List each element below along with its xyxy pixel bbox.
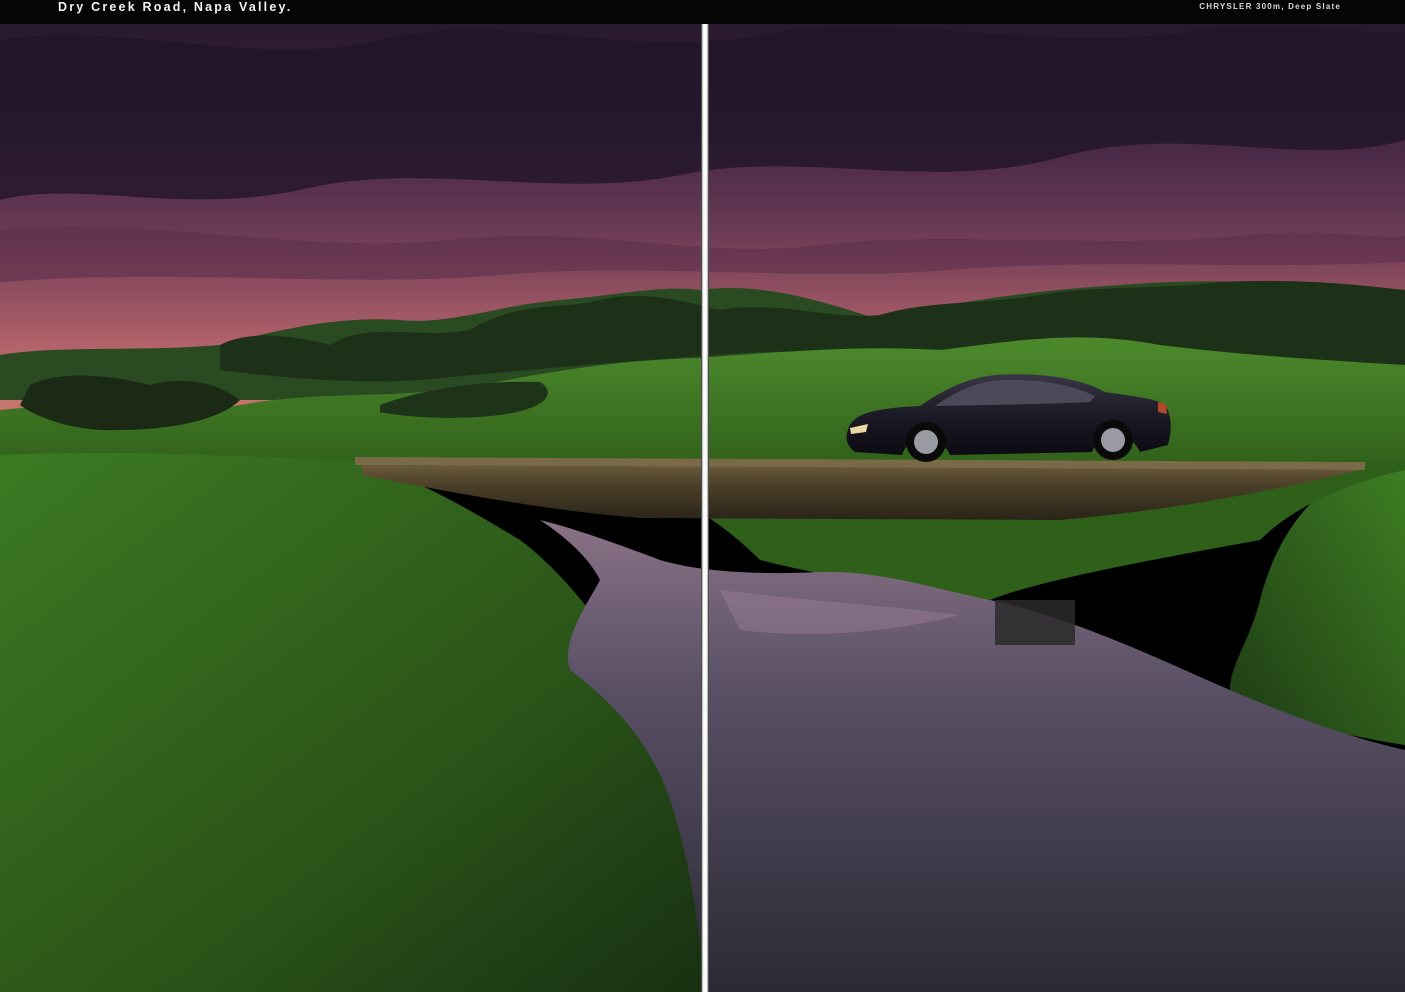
vehicle-caption: CHRYSLER 300m, Deep Slate	[1199, 2, 1341, 11]
brochure-spread: Dry Creek Road, Napa Valley. CHRYSLER 30…	[0, 0, 1405, 992]
location-caption: Dry Creek Road, Napa Valley.	[58, 0, 293, 14]
front-rim	[914, 430, 938, 454]
page-gutter	[701, 0, 709, 992]
rear-rim	[1101, 428, 1125, 452]
culvert-wall	[995, 600, 1075, 645]
left-bank	[0, 452, 705, 992]
header-bar: Dry Creek Road, Napa Valley. CHRYSLER 30…	[0, 0, 1405, 24]
